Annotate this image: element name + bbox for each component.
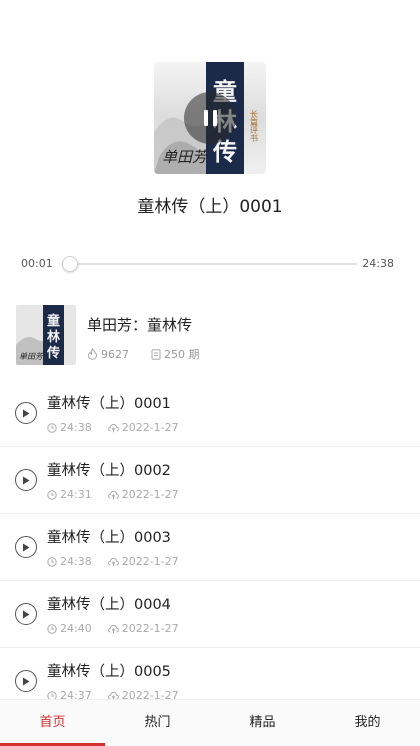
episode-title: 童林传（上）0002 — [47, 463, 171, 479]
episode-meta: 24:38 2022-1-27 — [47, 421, 179, 434]
episode-title: 童林传（上）0001 — [47, 396, 171, 412]
svg-text:童: 童 — [47, 313, 60, 329]
episode-duration: 24:38 — [47, 555, 92, 568]
svg-text:传: 传 — [46, 345, 60, 361]
seek-track[interactable] — [62, 256, 357, 272]
clock-icon — [47, 422, 57, 433]
episode-date: 2022-1-27 — [107, 421, 179, 434]
episode-duration-value: 24:38 — [60, 555, 92, 568]
upload-cloud-icon — [107, 557, 119, 566]
play-icon[interactable] — [15, 402, 37, 424]
cover-subtitle: 长篇评书 — [250, 109, 259, 143]
tab-mine[interactable]: 我的 — [315, 700, 420, 746]
episode-title: 童林传（上）0004 — [47, 597, 171, 613]
episode-item[interactable]: 童林传（上）0002 24:31 2022-1-27 — [0, 447, 420, 514]
player-header: 童 林 传 长篇评书 单田芳 童林传（上）0001 00:01 24:38 — [0, 0, 420, 290]
total-time: 24:38 — [362, 257, 394, 270]
episode-count-value: 250 期 — [164, 348, 200, 361]
clock-icon — [47, 556, 57, 567]
now-playing-title: 童林传（上）0001 — [137, 197, 283, 217]
upload-cloud-icon — [107, 490, 119, 499]
seek-handle[interactable] — [62, 256, 79, 272]
tab-home[interactable]: 首页 — [0, 700, 105, 746]
episode-date-value: 2022-1-27 — [121, 488, 179, 501]
episode-duration-value: 24:40 — [60, 622, 92, 635]
album-name: 单田芳：童林传 — [87, 316, 193, 334]
episode-date-value: 2022-1-27 — [121, 622, 179, 635]
episode-item[interactable]: 童林传（上）0004 24:40 2022-1-27 — [0, 581, 420, 648]
episode-date: 2022-1-27 — [107, 622, 179, 635]
album-meta: 9627 250 期 — [87, 346, 200, 362]
episode-duration-value: 24:31 — [60, 488, 92, 501]
episode-item[interactable]: 童林传（上）0003 24:38 2022-1-27 — [0, 514, 420, 581]
current-time: 00:01 — [21, 257, 53, 270]
episode-meta: 24:38 2022-1-27 — [47, 555, 179, 568]
clock-icon — [47, 489, 57, 500]
progress-bar: 00:01 24:38 — [0, 255, 420, 273]
episode-duration: 24:40 — [47, 622, 92, 635]
episode-item[interactable]: 童林传（上）0001 24:38 2022-1-27 — [0, 380, 420, 447]
play-icon[interactable] — [15, 469, 37, 491]
flame-icon — [87, 348, 98, 360]
album-cover-small: 童 林 传 单田芳 — [16, 305, 76, 365]
bottom-tab-bar: 首页 热门 精品 我的 — [0, 699, 420, 746]
episode-title: 童林传（上）0003 — [47, 530, 171, 546]
svg-text:单田芳: 单田芳 — [19, 352, 45, 361]
play-icon[interactable] — [15, 536, 37, 558]
episode-date: 2022-1-27 — [107, 555, 179, 568]
upload-cloud-icon — [107, 423, 119, 432]
episode-duration: 24:31 — [47, 488, 92, 501]
episode-date-value: 2022-1-27 — [121, 555, 179, 568]
episode-duration-value: 24:38 — [60, 421, 92, 434]
episode-date: 2022-1-27 — [107, 488, 179, 501]
album-info[interactable]: 童 林 传 单田芳 单田芳：童林传 9627 250 期 — [0, 305, 420, 367]
episode-list: 童林传（上）0001 24:38 2022-1-27 童林传（上）0002 24… — [0, 380, 420, 715]
play-count: 9627 — [87, 348, 129, 361]
episode-count: 250 期 — [151, 346, 200, 362]
play-count-value: 9627 — [101, 347, 129, 361]
cover-art-small: 童 林 传 单田芳 — [16, 305, 76, 365]
episode-date-value: 2022-1-27 — [121, 421, 179, 434]
album-cover-large[interactable]: 童 林 传 长篇评书 单田芳 — [154, 62, 266, 174]
play-icon[interactable] — [15, 670, 37, 692]
play-icon[interactable] — [15, 603, 37, 625]
pause-button[interactable] — [184, 92, 236, 144]
list-icon — [151, 348, 161, 360]
svg-text:林: 林 — [47, 329, 60, 345]
pause-icon — [203, 110, 217, 126]
tab-hot[interactable]: 热门 — [105, 700, 210, 746]
cover-signature: 单田芳 — [162, 148, 209, 166]
clock-icon — [47, 623, 57, 634]
tab-premium[interactable]: 精品 — [210, 700, 315, 746]
episode-duration: 24:38 — [47, 421, 92, 434]
episode-meta: 24:40 2022-1-27 — [47, 622, 179, 635]
upload-cloud-icon — [107, 624, 119, 633]
episode-title: 童林传（上）0005 — [47, 664, 171, 680]
episode-meta: 24:31 2022-1-27 — [47, 488, 179, 501]
